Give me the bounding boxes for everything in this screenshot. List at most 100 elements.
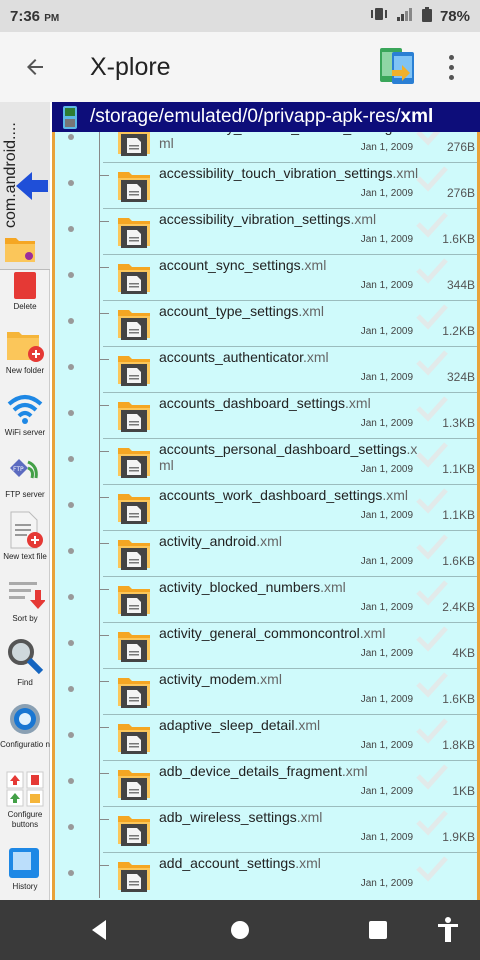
file-size: 1.2KB	[442, 324, 475, 338]
file-size: 1.1KB	[442, 462, 475, 476]
file-row[interactable]: accessibility_shortcut_service_settings.…	[55, 132, 477, 162]
configure-buttons-label: Configure buttons	[7, 810, 43, 829]
file-row[interactable]: add_account_settings.xml Jan 1, 2009	[55, 852, 477, 898]
row-divider	[103, 760, 477, 761]
tree-line	[99, 806, 100, 852]
file-size: 2.4KB	[442, 600, 475, 614]
file-row[interactable]: adb_wireless_settings.xml Jan 1, 2009 1.9K…	[55, 806, 477, 852]
arrow-left-icon	[27, 59, 43, 75]
arrow-left-icon[interactable]	[12, 166, 50, 206]
delete-button[interactable]: Delete	[0, 272, 50, 312]
path-prefix: /storage/emulated/0/privapp-apk-res/	[90, 106, 401, 127]
row-divider	[103, 530, 477, 531]
tree-line	[99, 714, 100, 760]
history-button[interactable]: History	[0, 846, 50, 892]
wifi-server-button[interactable]: WiFi server	[0, 392, 50, 438]
storage-device-icon[interactable]	[378, 46, 416, 86]
row-marker	[68, 640, 74, 646]
row-marker	[68, 594, 74, 600]
new-folder-label: New folder	[5, 366, 45, 375]
history-label: History	[12, 882, 38, 891]
file-row[interactable]: accessibility_touch_vibration_settings.x…	[55, 162, 477, 208]
row-divider	[103, 576, 477, 577]
file-row[interactable]: accounts_authenticator.xml Jan 1, 2009 324…	[55, 346, 477, 392]
tree-branch	[99, 589, 109, 590]
file-extension: .xml	[295, 855, 321, 871]
row-divider	[103, 806, 477, 807]
new-folder-button[interactable]: New folder	[0, 328, 50, 376]
vibrate-icon	[370, 7, 388, 25]
file-date: Jan 1, 2009	[360, 694, 413, 705]
xml-file-icon	[117, 810, 151, 846]
file-name: account_sync_settings.xml	[159, 257, 421, 273]
file-extension: .xml	[382, 487, 409, 503]
dot-icon	[448, 54, 454, 60]
file-row[interactable]: accessibility_vibration_settings.xml Jan …	[55, 208, 477, 254]
configuration-label: Configuratio n	[0, 740, 50, 749]
delete-label: Delete	[13, 302, 37, 311]
file-date: Jan 1, 2009	[360, 280, 413, 291]
xml-file-icon	[117, 166, 151, 202]
overflow-menu-button[interactable]	[436, 50, 466, 84]
row-marker	[68, 548, 74, 554]
file-date: Jan 1, 2009	[360, 878, 413, 889]
tree-line	[99, 484, 100, 530]
nav-back-icon[interactable]	[84, 914, 116, 946]
file-row[interactable]: accounts_dashboard_settings.xml Jan 1, 20…	[55, 392, 477, 438]
sort-by-button[interactable]: Sort by	[0, 578, 50, 624]
tree-line	[99, 300, 100, 346]
path-current-folder: xml	[400, 106, 434, 127]
file-row[interactable]: adaptive_sleep_detail.xml Jan 1, 2009 1.8K…	[55, 714, 477, 760]
back-button[interactable]	[0, 32, 70, 102]
file-row[interactable]: activity_blocked_numbers.xml Jan 1, 2009 2…	[55, 576, 477, 622]
xml-file-icon	[117, 212, 151, 248]
nav-recents-icon[interactable]	[362, 914, 394, 946]
xml-file-icon	[117, 856, 151, 892]
file-name: adb_wireless_settings.xml	[159, 809, 421, 825]
file-row[interactable]: activity_general_commoncontrol.xml Jan 1,…	[55, 622, 477, 668]
file-row[interactable]: account_type_settings.xml Jan 1, 2009 1.2K…	[55, 300, 477, 346]
xml-file-icon	[117, 672, 151, 708]
ftp-server-button[interactable]: FTP FTP server	[0, 454, 50, 500]
file-row[interactable]: accounts_work_dashboard_settings.xml Jan …	[55, 484, 477, 530]
tree-branch	[99, 865, 109, 866]
accessibility-icon[interactable]	[432, 914, 464, 946]
row-marker	[68, 456, 74, 462]
tree-branch	[99, 497, 109, 498]
xml-file-icon	[117, 304, 151, 340]
tree-line	[99, 392, 100, 438]
status-time: 7:36 PM	[10, 7, 60, 25]
row-marker	[68, 134, 74, 140]
file-size: 1.8KB	[442, 738, 475, 752]
file-extension: .xml	[359, 625, 386, 641]
tree-line	[99, 852, 100, 898]
file-base-name: accounts_dashboard_settings	[159, 395, 346, 411]
nav-home-icon[interactable]	[224, 914, 256, 946]
tree-branch	[99, 773, 109, 774]
find-button[interactable]: Find	[0, 636, 50, 688]
file-row[interactable]: accounts_personal_dashboard_settings.xml…	[55, 438, 477, 484]
configuration-button[interactable]: Configuratio n	[0, 700, 50, 750]
row-marker	[68, 180, 74, 186]
file-date: Jan 1, 2009	[360, 188, 413, 199]
pane-tab[interactable]: com.android....	[0, 102, 50, 270]
folder-icon	[5, 238, 35, 262]
file-row[interactable]: activity_android.xml Jan 1, 2009 1.6KB	[55, 530, 477, 576]
file-row[interactable]: account_sync_settings.xml Jan 1, 2009 344B	[55, 254, 477, 300]
file-list[interactable]: accessibility_shortcut_service_settings.…	[52, 132, 480, 900]
path-bar[interactable]: /storage/emulated/0/privapp-apk-res/xml	[52, 102, 480, 132]
select-checkbox-icon[interactable]	[415, 854, 449, 882]
new-text-file-button[interactable]: New text file	[0, 510, 50, 562]
configure-buttons-button[interactable]: Configure buttons	[0, 770, 50, 830]
history-icon	[9, 848, 39, 878]
row-marker	[68, 318, 74, 324]
file-row[interactable]: adb_device_details_fragment.xml Jan 1, 20…	[55, 760, 477, 806]
file-extension: .xml	[298, 303, 324, 319]
screen: 7:36 PM 78% X-plore com.android.... Dele…	[0, 0, 480, 960]
row-divider	[103, 346, 477, 347]
tree-branch	[99, 175, 109, 176]
file-base-name: account_sync_settings	[159, 257, 301, 273]
xml-file-icon	[117, 350, 151, 386]
file-row[interactable]: activity_modem.xml Jan 1, 2009 1.6KB	[55, 668, 477, 714]
file-name: accounts_authenticator.xml	[159, 349, 421, 365]
